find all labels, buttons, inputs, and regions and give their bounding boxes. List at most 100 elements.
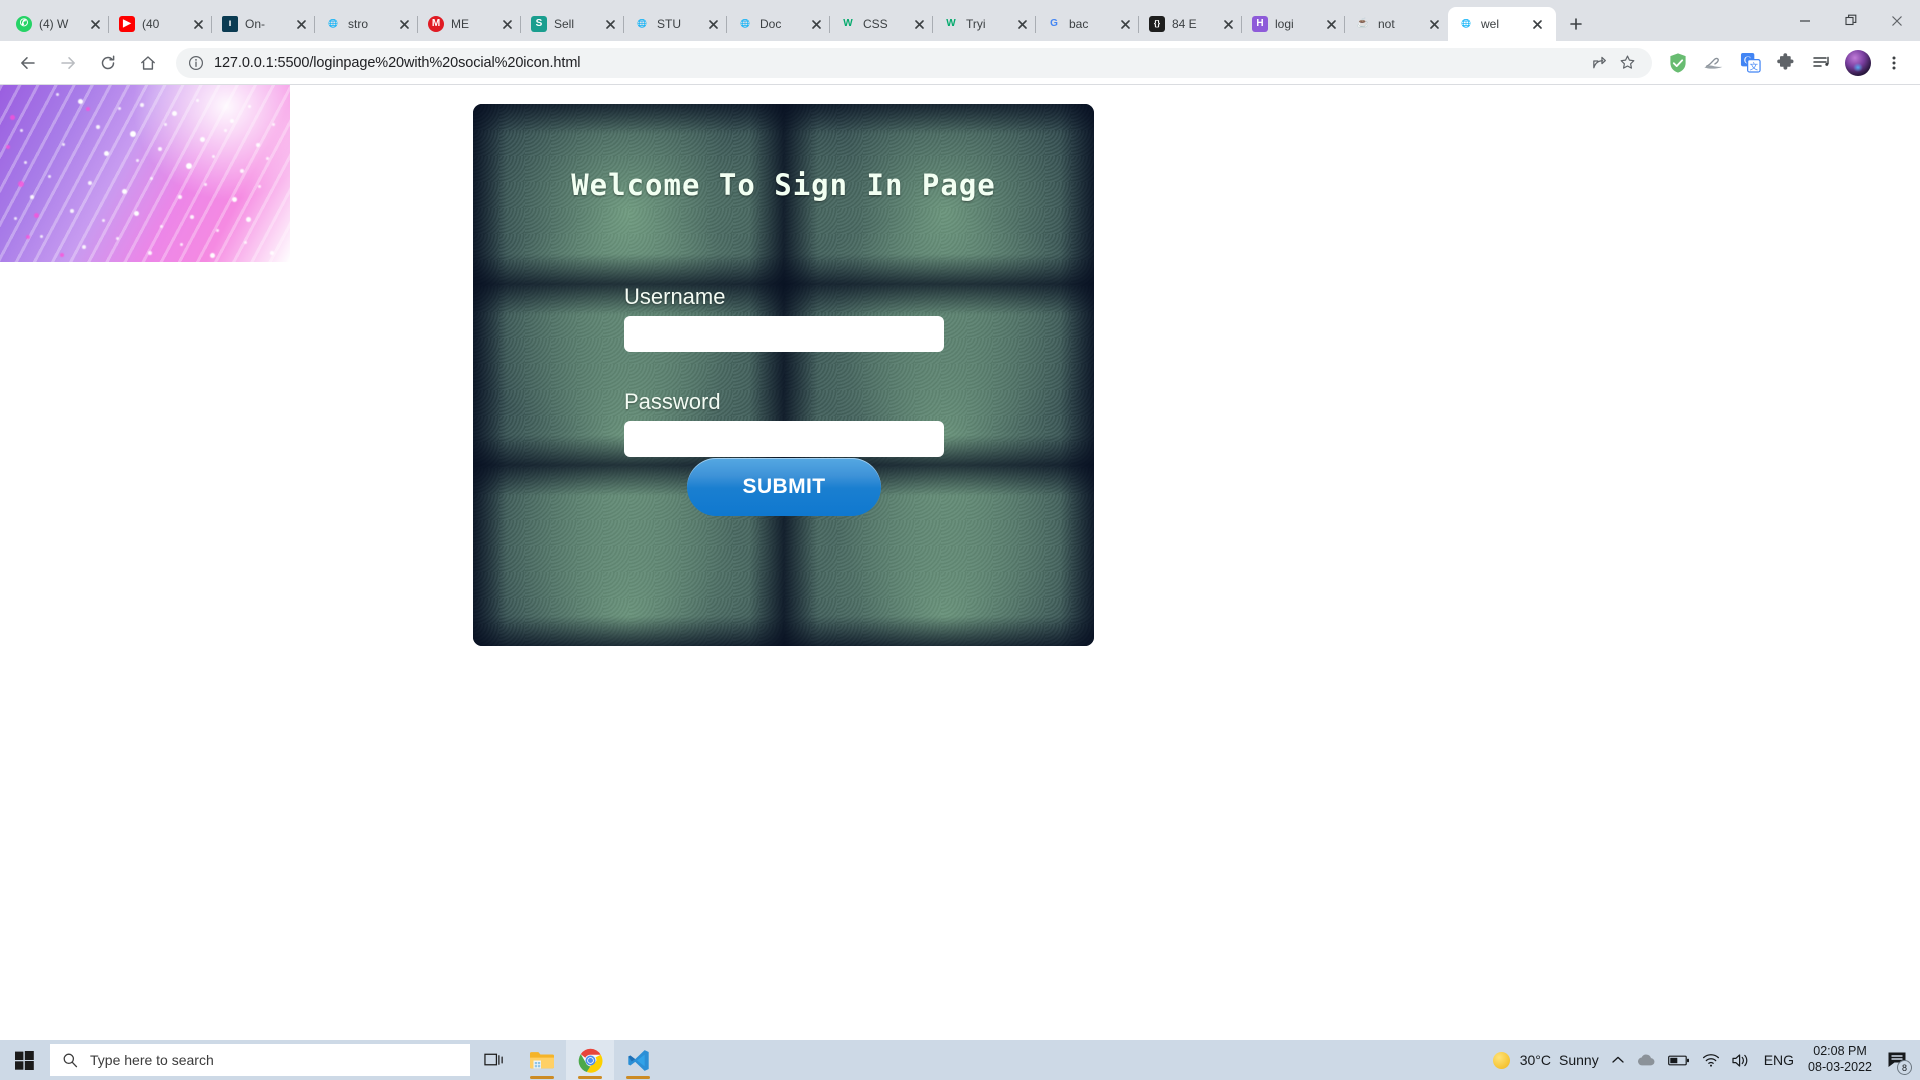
close-icon	[811, 19, 821, 29]
page-viewport: Welcome To Sign In Page Username Passwor…	[0, 85, 1920, 1040]
bookmark-button[interactable]	[1614, 50, 1640, 76]
tab-close-button[interactable]	[1220, 16, 1236, 32]
browser-tab[interactable]: Gbac	[1036, 7, 1139, 41]
sparkle-dot	[96, 125, 100, 129]
sparkle-dot	[178, 195, 182, 199]
forward-button[interactable]	[52, 47, 84, 79]
browser-tab[interactable]: ☕ not	[1345, 7, 1448, 41]
url-text: 127.0.0.1:5500/loginpage%20with%20social…	[214, 54, 581, 71]
browser-tab[interactable]: 🌐 Doc	[727, 7, 830, 41]
media-list-button[interactable]	[1807, 48, 1837, 78]
volume-tray-button[interactable]	[1726, 1040, 1758, 1080]
profile-avatar[interactable]	[1845, 49, 1871, 76]
browser-tab[interactable]: S Sell	[521, 7, 624, 41]
browser-tab[interactable]: ı On-	[212, 7, 315, 41]
globe-icon: 🌐	[740, 19, 750, 28]
browser-tab[interactable]: 🌐 stro	[315, 7, 418, 41]
tab-close-button[interactable]	[293, 16, 309, 32]
show-hidden-icons-button[interactable]	[1605, 1040, 1631, 1080]
back-button[interactable]	[12, 47, 44, 79]
browser-toolbar: 127.0.0.1:5500/loginpage%20with%20social…	[0, 41, 1920, 85]
close-icon	[1532, 19, 1542, 29]
task-view-button[interactable]	[470, 1040, 518, 1080]
tab-title: CSS	[863, 17, 888, 31]
address-bar[interactable]: 127.0.0.1:5500/loginpage%20with%20social…	[176, 47, 1652, 78]
svg-text:文: 文	[1749, 61, 1758, 73]
new-tab-button[interactable]	[1562, 10, 1590, 38]
omnibox-actions	[1586, 50, 1640, 76]
tab-close-button[interactable]	[705, 16, 721, 32]
start-button[interactable]	[0, 1040, 48, 1080]
sparkle-dot	[30, 195, 34, 199]
extensions-button[interactable]	[1771, 48, 1801, 78]
adguard-extension-button[interactable]	[1663, 48, 1693, 78]
sparkle-dot	[160, 225, 163, 228]
browser-tab[interactable]: ✆ (4) W	[6, 7, 109, 41]
sparkle-dot	[232, 197, 237, 202]
tab-close-button[interactable]	[808, 16, 824, 32]
password-input[interactable]	[624, 421, 944, 457]
clock-widget[interactable]: 02:08 PM 08-03-2022	[1800, 1040, 1880, 1080]
tab-close-button[interactable]	[87, 16, 103, 32]
tab-close-button[interactable]	[499, 16, 515, 32]
windows-taskbar: Type here to search 30°C Sunny ENG 02:08…	[0, 1040, 1920, 1080]
tab-close-button[interactable]	[1529, 16, 1545, 32]
tab-close-button[interactable]	[1426, 16, 1442, 32]
sparkle-dot	[104, 151, 109, 156]
tab-close-button[interactable]	[1117, 16, 1133, 32]
language-indicator[interactable]: ENG	[1758, 1040, 1800, 1080]
taskbar-app-vscode[interactable]	[614, 1040, 662, 1080]
close-button[interactable]	[1874, 5, 1920, 37]
sparkle-dot	[62, 143, 65, 146]
site-info-icon[interactable]	[188, 55, 204, 71]
tab-close-button[interactable]	[602, 16, 618, 32]
taskbar-app-file-explorer[interactable]	[518, 1040, 566, 1080]
restore-button[interactable]	[1828, 5, 1874, 37]
translate-extension-button[interactable]: G 文	[1735, 48, 1765, 78]
home-button[interactable]	[132, 47, 164, 79]
tab-title: wel	[1481, 17, 1500, 31]
home-icon	[141, 55, 155, 70]
close-icon	[296, 19, 306, 29]
tab-close-button[interactable]	[911, 16, 927, 32]
password-label: Password	[624, 389, 721, 414]
chevron-up-icon	[1612, 1056, 1624, 1063]
tab-title: STU	[657, 17, 681, 31]
browser-tab[interactable]: ▶ (40	[109, 7, 212, 41]
sparkle-dot	[216, 229, 219, 232]
tab-close-button[interactable]	[1014, 16, 1030, 32]
hat-icon	[1704, 57, 1723, 69]
tab-close-button[interactable]	[1323, 16, 1339, 32]
notification-center-button[interactable]: 8	[1880, 1040, 1914, 1080]
translate-icon: G 文	[1740, 52, 1761, 73]
browser-tab[interactable]: 🌐 STU	[624, 7, 727, 41]
tab-close-button[interactable]	[396, 16, 412, 32]
hat-extension-button[interactable]	[1699, 48, 1729, 78]
browser-tab[interactable]: M ME	[418, 7, 521, 41]
taskbar-search-box[interactable]: Type here to search	[50, 1044, 470, 1076]
chrome-menu-button[interactable]	[1879, 48, 1909, 78]
browser-tab[interactable]: {} 84 E	[1139, 7, 1242, 41]
browser-tab[interactable]: W Tryi	[933, 7, 1036, 41]
username-input[interactable]	[624, 316, 944, 352]
tab-close-button[interactable]	[190, 16, 206, 32]
tab-title: not	[1378, 17, 1395, 31]
battery-tray-button[interactable]	[1662, 1040, 1696, 1080]
browser-tab[interactable]: 🌐 wel	[1448, 7, 1556, 41]
media-list-icon	[1813, 56, 1829, 67]
weather-widget[interactable]: 30°C Sunny	[1487, 1040, 1605, 1080]
sparkle-dot	[186, 163, 192, 169]
onedrive-tray-button[interactable]	[1631, 1040, 1662, 1080]
globe-icon: 🌐	[328, 19, 338, 28]
submit-button[interactable]: SUBMIT	[687, 458, 881, 516]
browser-tab[interactable]: Hlogi	[1242, 7, 1345, 41]
browser-tab[interactable]: W CSS	[830, 7, 933, 41]
sparkle-dot-pink	[10, 115, 15, 120]
minimize-button[interactable]	[1782, 5, 1828, 37]
taskbar-app-chrome[interactable]	[566, 1040, 614, 1080]
network-tray-button[interactable]	[1696, 1040, 1726, 1080]
tab-title: logi	[1275, 17, 1294, 31]
share-button[interactable]	[1586, 50, 1612, 76]
sparkle-dot	[244, 241, 247, 244]
reload-button[interactable]	[92, 47, 124, 79]
